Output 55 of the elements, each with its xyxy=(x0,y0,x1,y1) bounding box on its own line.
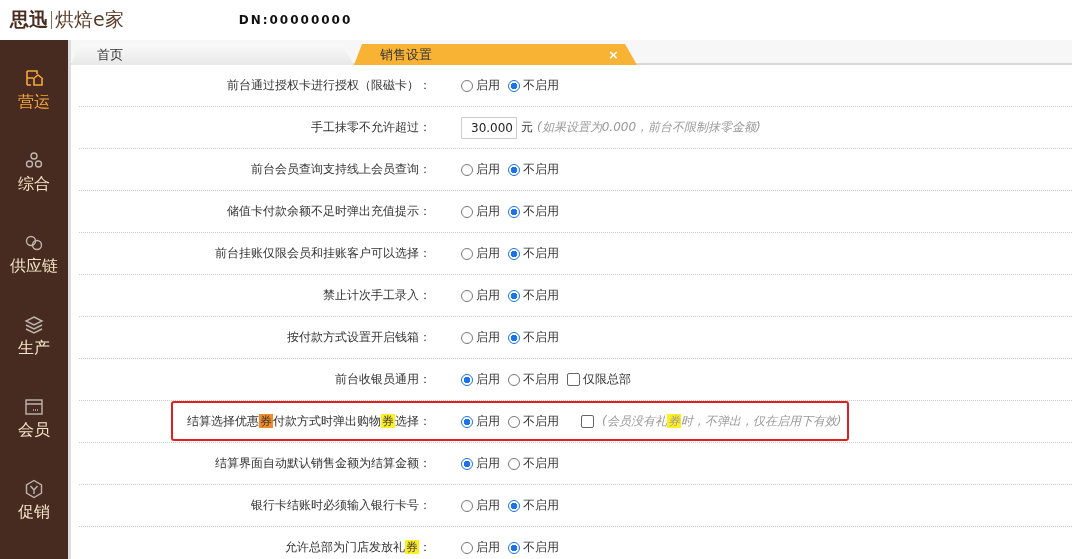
radio-option[interactable]: 不启用 xyxy=(508,77,559,94)
setting-label: 前台收银员通用： xyxy=(334,371,431,388)
sidebar-item[interactable]: 综合 xyxy=(0,132,68,214)
checkbox-option[interactable]: 仅限总部 xyxy=(567,371,631,388)
radio-option[interactable]: 不启用 xyxy=(508,287,559,304)
setting-label: 银行卡结账时必须输入银行卡号： xyxy=(250,497,431,514)
menu-icon xyxy=(24,397,44,417)
setting-label: 结算界面自动默认销售金额为结算金额： xyxy=(214,455,431,472)
setting-label: 结算选择优惠券付款方式时弹出购物 券选择： xyxy=(186,413,431,430)
checkbox[interactable] xyxy=(581,415,594,428)
hint-text: (会员没有礼券时，不弹出，仅在启用下有效) xyxy=(602,413,842,430)
menu-icon xyxy=(24,69,44,89)
menu-icon xyxy=(24,315,44,335)
radio-option[interactable]: 启用 xyxy=(461,203,500,220)
radio-option[interactable]: 启用 xyxy=(461,245,500,262)
radio-option[interactable]: 不启用 xyxy=(508,203,559,220)
radio-option[interactable]: 启用 xyxy=(461,287,500,304)
sidebar-item[interactable]: 供应链 xyxy=(0,214,68,296)
hint-text: (如果设置为0.000，前台不限制抹零金额) xyxy=(537,119,761,136)
radio-option[interactable]: 启用 xyxy=(461,329,500,346)
sidebar-item[interactable]: 营运 xyxy=(0,50,68,132)
radio-option[interactable]: 启用 xyxy=(461,413,500,430)
device-number: DN:00000000 xyxy=(238,13,353,27)
sidebar-item[interactable]: 促销 xyxy=(0,460,68,542)
menu-icon xyxy=(24,479,44,499)
sidebar-item[interactable]: 会员 xyxy=(0,378,68,460)
setting-label: 禁止计次手工录入： xyxy=(322,287,431,304)
setting-label: 储值卡付款余额不足时弹出充值提示： xyxy=(226,203,431,220)
setting-label: 手工抹零不允许超过： xyxy=(310,119,431,136)
radio-option[interactable]: 不启用 xyxy=(508,371,559,388)
radio-option[interactable]: 启用 xyxy=(461,455,500,472)
sidebar-item[interactable]: 生产 xyxy=(0,296,68,378)
setting-label: 允许总部为门店发放礼券： xyxy=(284,539,431,556)
radio-option[interactable]: 启用 xyxy=(461,77,500,94)
radio-option[interactable]: 不启用 xyxy=(508,245,559,262)
radio-option[interactable]: 启用 xyxy=(461,161,500,178)
menu-icon xyxy=(24,233,44,253)
radio-option[interactable]: 启用 xyxy=(461,371,500,388)
menu-icon xyxy=(24,151,44,171)
amount-field[interactable]: 30.000 xyxy=(461,116,517,139)
radio-option[interactable]: 启用 xyxy=(461,497,500,514)
radio-option[interactable]: 不启用 xyxy=(508,413,559,430)
setting-label: 前台通过授权卡进行授权（限磁卡）： xyxy=(226,77,431,94)
tab[interactable]: 销售设置 × xyxy=(354,44,637,65)
radio-option[interactable]: 不启用 xyxy=(508,161,559,178)
radio-option[interactable]: 不启用 xyxy=(508,329,559,346)
radio-option[interactable]: 不启用 xyxy=(508,497,559,514)
setting-label: 前台会员查询支持线上会员查询： xyxy=(250,161,431,178)
radio-option[interactable]: 启用 xyxy=(461,539,500,556)
unit-label: 元 xyxy=(521,119,533,136)
setting-label: 前台挂账仅限会员和挂账客户可以选择： xyxy=(214,245,431,262)
logo: 思迅 烘焙e家 xyxy=(10,7,124,32)
radio-option[interactable]: 不启用 xyxy=(508,455,559,472)
setting-label: 按付款方式设置开启钱箱： xyxy=(286,329,431,346)
radio-option[interactable]: 不启用 xyxy=(508,539,559,556)
